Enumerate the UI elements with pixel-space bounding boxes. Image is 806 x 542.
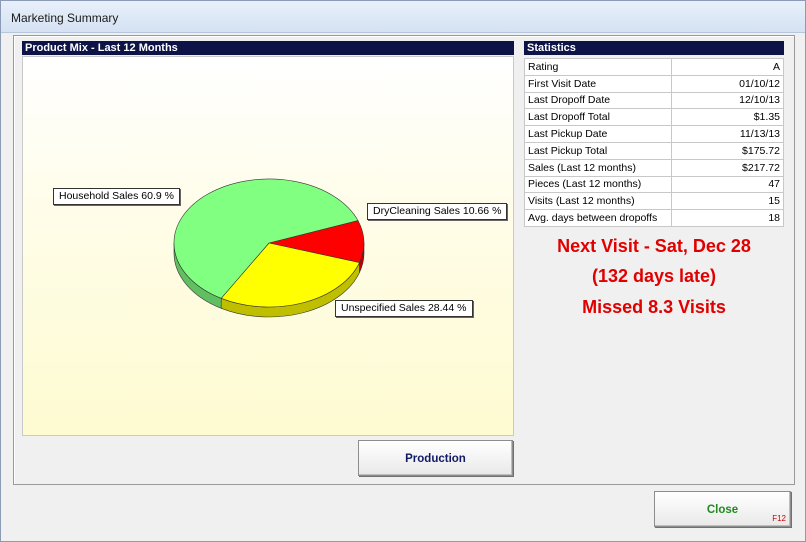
stats-row-value: 01/10/12 xyxy=(671,74,784,93)
stats-row: Avg. days between dropoffs 18 xyxy=(524,209,784,227)
stats-row: Last Dropoff Total $1.35 xyxy=(524,108,784,127)
stats-row-value: 12/10/13 xyxy=(671,91,784,110)
days-late-alert: (132 days late) xyxy=(591,266,717,286)
stats-row: Last Dropoff Date 12/10/13 xyxy=(524,91,784,110)
stats-row-value: 11/13/13 xyxy=(671,125,784,143)
statistics-header: Statistics xyxy=(524,41,784,55)
stats-row: First Visit Date 01/10/12 xyxy=(524,74,784,93)
stats-row: Sales (Last 12 months) $217.72 xyxy=(524,158,784,177)
pie-chart-svg xyxy=(173,178,365,318)
title-bar: Marketing Summary xyxy=(1,1,805,33)
stats-row-label: Last Dropoff Date xyxy=(524,91,672,110)
stats-row-label: Last Dropoff Total xyxy=(524,108,672,127)
stats-row: Last Pickup Date 11/13/13 xyxy=(524,125,784,143)
stats-row-value: 18 xyxy=(671,209,784,227)
stats-row-value: $175.72 xyxy=(671,141,784,160)
statistics-table: Rating A First Visit Date 01/10/12 Last Drop… xyxy=(524,58,784,227)
close-button-label: Close xyxy=(706,504,739,516)
close-button[interactable]: Close F12 xyxy=(654,491,791,527)
stats-row-label: Avg. days between dropoffs xyxy=(524,209,672,227)
stats-row-label: Rating xyxy=(524,58,672,76)
next-visit-alert: Next Visit - Sat, Dec 28 xyxy=(557,236,751,256)
pie-label-household: Household Sales 60.9 % xyxy=(53,188,180,205)
stats-row: Pieces (Last 12 months) 47 xyxy=(524,175,784,194)
pie-label-drycleaning: DryCleaning Sales 10.66 % xyxy=(367,203,508,220)
stats-row-label: Pieces (Last 12 months) xyxy=(524,175,672,194)
production-button[interactable]: Production xyxy=(358,440,513,476)
stats-row-label: Sales (Last 12 months) xyxy=(524,158,672,177)
stats-row: Visits (Last 12 months) 15 xyxy=(524,192,784,211)
stats-row-value: 15 xyxy=(671,192,784,211)
stats-row-value: $217.72 xyxy=(671,158,784,177)
stats-row-label: First Visit Date xyxy=(524,74,672,93)
pie-label-unspecified: Unspecified Sales 28.44 % xyxy=(335,300,473,317)
product-mix-header: Product Mix - Last 12 Months xyxy=(22,41,514,55)
product-mix-chart: Household Sales 60.9 % DryCleaning Sales… xyxy=(22,56,514,436)
stats-row: Last Pickup Total $175.72 xyxy=(524,141,784,160)
production-button-label: Production xyxy=(405,453,466,465)
stats-row-value: 47 xyxy=(671,175,784,194)
close-shortcut-hint: F12 xyxy=(772,514,786,523)
stats-row-label: Last Pickup Total xyxy=(524,141,672,160)
stats-row-label: Visits (Last 12 months) xyxy=(524,192,672,211)
stats-row-value: A xyxy=(671,58,784,76)
stats-row-value: $1.35 xyxy=(671,108,784,127)
window-title: Marketing Summary xyxy=(11,11,119,25)
stats-row-label: Last Pickup Date xyxy=(524,125,672,143)
missed-visits-alert: Missed 8.3 Visits xyxy=(582,297,726,317)
stats-row: Rating A xyxy=(524,58,784,76)
